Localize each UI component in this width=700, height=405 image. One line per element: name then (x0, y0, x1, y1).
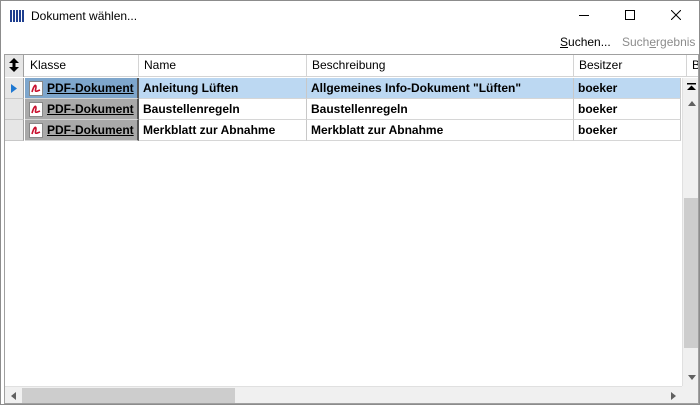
row-header[interactable] (5, 78, 24, 99)
result-label-rest: rgebnis (656, 35, 696, 49)
search-result-link[interactable]: Suchergebnis (622, 35, 695, 49)
klasse-link[interactable]: PDF-Dokument (47, 120, 134, 140)
maximize-icon (625, 9, 635, 23)
owner-cell[interactable]: boeker (574, 99, 681, 120)
sort-toggle[interactable] (5, 55, 24, 77)
klasse-cell[interactable]: PDF-Dokument (25, 99, 139, 120)
scroll-top-icon (687, 82, 696, 90)
pdf-icon (29, 123, 43, 138)
window-title: Dokument wählen... (31, 9, 138, 23)
library-icon (10, 10, 24, 22)
search-link[interactable]: Suchen... (560, 35, 611, 49)
search-mnemonic: S (560, 35, 569, 49)
vertical-scroll-thumb[interactable] (684, 198, 698, 348)
pdf-icon (29, 81, 43, 96)
description-cell[interactable]: Merkblatt zur Abnahme (307, 120, 574, 141)
scroll-down-button[interactable] (683, 369, 698, 386)
title-bar[interactable]: Dokument wählen... (1, 1, 699, 32)
column-header-klasse[interactable]: Klasse (25, 55, 139, 77)
minimize-icon (579, 9, 589, 23)
document-grid[interactable]: Klasse Name Beschreibung Besitzer B PDF-… (4, 54, 699, 404)
row-header[interactable] (5, 99, 24, 120)
table-row[interactable]: PDF-Dokument Anleitung Lüften Allgemeine… (5, 78, 681, 99)
maximize-button[interactable] (607, 1, 653, 31)
minimize-button[interactable] (561, 1, 607, 31)
chevron-left-icon (11, 391, 16, 400)
dialog-window: Dokument wählen... Suchen... Suchergebni… (0, 0, 700, 405)
table-row[interactable]: PDF-Dokument Baustellenregeln Baustellen… (5, 99, 681, 120)
chevron-down-icon (687, 375, 696, 380)
close-button[interactable] (653, 1, 699, 31)
chevron-up-icon (687, 101, 696, 106)
owner-cell[interactable]: boeker (574, 78, 681, 99)
klasse-cell[interactable]: PDF-Dokument (25, 120, 139, 141)
name-cell[interactable]: Baustellenregeln (139, 99, 307, 120)
name-cell[interactable]: Anleitung Lüften (139, 78, 307, 99)
horizontal-scroll-thumb[interactable] (22, 388, 235, 403)
scroll-top-button[interactable] (683, 78, 698, 95)
scroll-up-button[interactable] (683, 95, 698, 112)
klasse-link[interactable]: PDF-Dokument (47, 99, 134, 119)
description-cell[interactable]: Allgemeines Info-Dokument "Lüften" (307, 78, 574, 99)
pdf-icon (29, 102, 43, 117)
result-label-pre: Such (622, 35, 650, 49)
table-row[interactable]: PDF-Dokument Merkblatt zur Abnahme Merkb… (5, 120, 681, 141)
column-header-beschreibung[interactable]: Beschreibung (307, 55, 574, 77)
owner-cell[interactable]: boeker (574, 120, 681, 141)
chevron-right-icon (671, 391, 676, 400)
column-header-b[interactable]: B (687, 55, 698, 77)
klasse-cell[interactable]: PDF-Dokument (25, 78, 139, 99)
name-cell[interactable]: Merkblatt zur Abnahme (139, 120, 307, 141)
description-cell[interactable]: Baustellenregeln (307, 99, 574, 120)
sort-arrows-icon (9, 57, 19, 75)
column-header-name[interactable]: Name (139, 55, 307, 77)
grid-header: Klasse Name Beschreibung Besitzer B (5, 55, 698, 77)
horizontal-scrollbar[interactable] (5, 386, 682, 403)
scrollbar-corner (682, 386, 698, 403)
current-row-icon (11, 84, 17, 93)
toolbar: Suchen... Suchergebnis (1, 32, 699, 52)
klasse-link[interactable]: PDF-Dokument (47, 78, 134, 98)
row-header[interactable] (5, 120, 24, 141)
search-label-rest: uchen... (568, 35, 611, 49)
column-header-besitzer[interactable]: Besitzer (574, 55, 687, 77)
scroll-right-button[interactable] (665, 387, 682, 403)
close-icon (670, 9, 682, 23)
scroll-left-button[interactable] (5, 387, 22, 403)
vertical-scrollbar[interactable] (682, 78, 698, 386)
